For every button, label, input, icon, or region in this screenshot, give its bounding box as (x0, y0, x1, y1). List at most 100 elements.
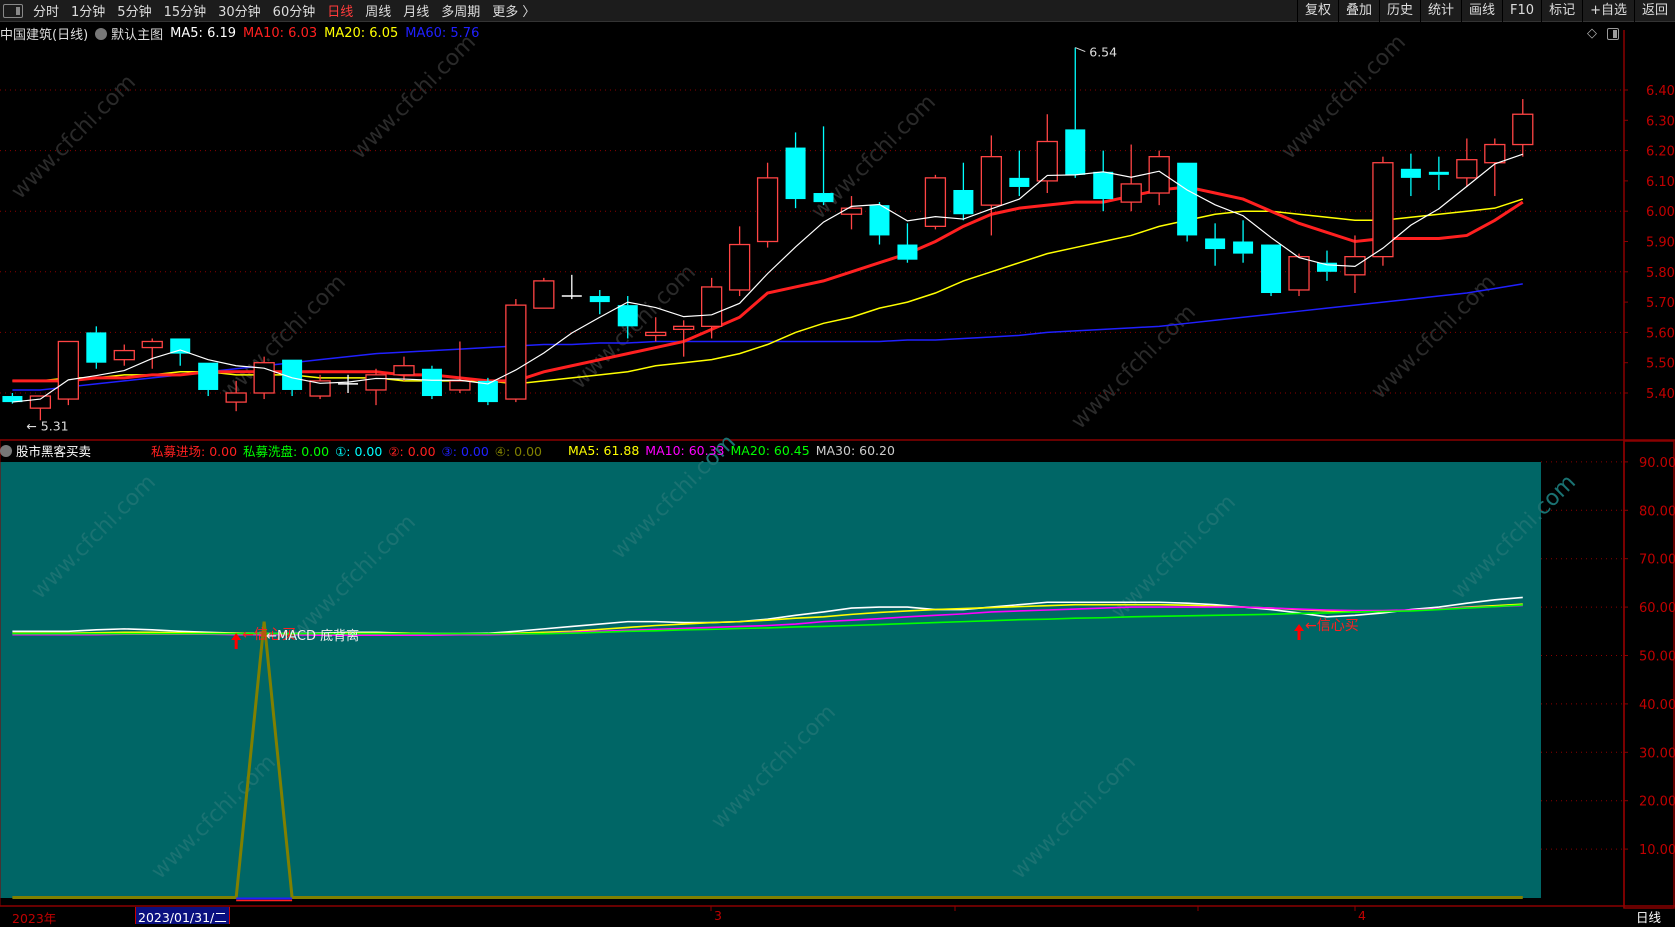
candle (86, 326, 107, 369)
candle-body (170, 338, 191, 354)
indicator-item: ④: 0.00 (494, 444, 543, 459)
candle (1400, 153, 1421, 197)
candle-body (1261, 244, 1282, 294)
time-axis: 2023年 2023/01/31/二 3 4 日线 (0, 907, 1675, 926)
chevron-down-icon (0, 445, 12, 457)
candle-body (897, 244, 918, 260)
indicator-tick-label: 10.00 (1639, 843, 1675, 858)
kline-chart[interactable]: www.cfchi.com www.cfchi.com www.cfchi.com w… (0, 0, 1675, 925)
candle-body (113, 349, 135, 361)
macd-divergence-label: ←MACD 底背离 (266, 628, 359, 644)
indicator-values: 私募进场: 0.00 私募洗盘: 0.00 ①: 0.00 ②: 0.00 ③: 0.0… (151, 441, 548, 460)
candle-body (1428, 171, 1449, 175)
candle-body (1205, 238, 1226, 250)
candle (924, 174, 947, 230)
price-tick-label: 5.70 (1646, 296, 1675, 311)
candle-body (645, 331, 667, 337)
candle (1428, 156, 1449, 190)
candle-body (701, 286, 723, 327)
indicator-ma-item: MA30: 60.20 (815, 443, 895, 458)
candle (113, 344, 135, 366)
candle (1372, 156, 1394, 266)
candle (393, 356, 415, 381)
candle (897, 223, 918, 263)
candle (1512, 99, 1534, 157)
indicator-item: 私募进场: 0.00 (151, 444, 238, 459)
price-tick-label: 5.80 (1646, 266, 1675, 281)
period-label[interactable]: 日线 (1636, 907, 1661, 926)
price-tick-label: 5.90 (1646, 236, 1675, 251)
indicator-ma-item: MA20: 60.45 (730, 443, 810, 458)
candle-body (533, 280, 555, 309)
indicator-tick-label: 50.00 (1639, 650, 1675, 665)
high-price-label: 6.54 (1089, 45, 1117, 60)
candle (477, 377, 498, 406)
candle-body (924, 177, 947, 227)
indicator-item: ③: 0.00 (441, 444, 489, 459)
candle (141, 338, 163, 369)
candle-body (1120, 183, 1142, 203)
indicator-panel-bg (0, 462, 1541, 898)
candle-body (141, 340, 163, 349)
candle-body (1009, 177, 1030, 187)
candle-body (1484, 143, 1506, 164)
candle (953, 162, 974, 221)
candle-body (1093, 171, 1114, 200)
indicator-tick-label: 60.00 (1639, 601, 1675, 616)
indicator-tick-label: 40.00 (1639, 698, 1675, 713)
candle (1205, 223, 1226, 266)
candle-body (1456, 159, 1478, 179)
candle (1065, 47, 1086, 178)
indicator-tick-label: 30.00 (1639, 746, 1675, 761)
candle-body (953, 189, 974, 215)
price-tick-label: 5.40 (1646, 387, 1675, 402)
indicator-tick-label: 80.00 (1639, 504, 1675, 519)
indicator-ma-item: MA5: 61.88 (568, 443, 640, 458)
indicator-legend: 股市黑客买卖 私募进场: 0.00 私募洗盘: 0.00 ①: 0.00 ②: 0.0… (0, 441, 905, 460)
indicator-menu[interactable]: 股市黑客买卖 (0, 441, 91, 460)
candle-body (813, 193, 834, 203)
candle-body (673, 325, 695, 331)
indicator-ma-values: MA5: 61.88 MA10: 60.33 MA20: 60.45 MA30: 60… (568, 443, 901, 458)
indicator-ma-item: MA10: 60.33 (645, 443, 725, 458)
candle-body (869, 205, 890, 236)
candle-body (421, 368, 442, 397)
candle-body (1233, 241, 1254, 254)
year-label: 2023年 (12, 911, 57, 926)
candle (57, 340, 79, 406)
price-tick-label: 6.00 (1646, 205, 1675, 220)
candle-body (225, 392, 247, 403)
candle-body (617, 305, 638, 327)
candle (365, 368, 387, 406)
candle (198, 362, 219, 397)
indicator-tick-label: 70.00 (1639, 553, 1675, 568)
candle-body (1512, 113, 1534, 146)
candle-body (365, 374, 387, 391)
candle (1484, 138, 1506, 197)
candle-body (1177, 162, 1198, 236)
candle (505, 299, 527, 403)
buy-signal-label: ←信心买 (1305, 618, 1359, 634)
candle-body (393, 365, 415, 376)
candle-body (840, 207, 863, 215)
candle-body (728, 243, 751, 291)
month-tick-4: 4 (1358, 908, 1366, 923)
candle (1233, 220, 1254, 263)
price-tick-label: 6.20 (1646, 145, 1675, 160)
price-tick-label: 6.40 (1646, 84, 1675, 99)
candle (1261, 244, 1282, 297)
indicator-tick-label: 90.00 (1639, 456, 1675, 471)
watermark-text: www.cfchi.com (807, 90, 941, 224)
month-tick-3: 3 (714, 908, 722, 923)
watermark-text: www.cfchi.com (347, 30, 481, 164)
candle (1344, 235, 1366, 294)
candle-body (785, 147, 806, 200)
cursor-date: 2023/01/31/二 (135, 907, 230, 925)
price-tick-label: 5.50 (1646, 357, 1675, 372)
candle-body (589, 296, 610, 303)
indicator-tick-label: 20.00 (1639, 795, 1675, 810)
candle (421, 365, 442, 400)
candle-body (29, 395, 52, 409)
candle (589, 289, 610, 315)
indicator-item: ②: 0.00 (388, 444, 436, 459)
